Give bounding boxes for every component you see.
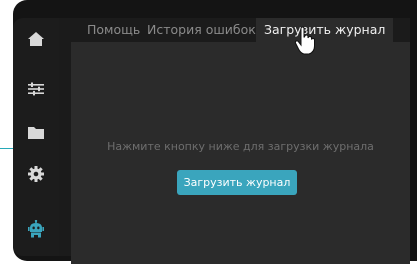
sidebar-item-files[interactable] bbox=[13, 118, 59, 148]
robot-icon bbox=[28, 220, 44, 238]
folder-icon bbox=[28, 127, 44, 139]
sliders-icon bbox=[28, 82, 44, 96]
main-panel: Помощь История ошибок Загрузить журнал Н… bbox=[59, 18, 410, 264]
tab-error-history[interactable]: История ошибок bbox=[147, 18, 256, 42]
sidebar-item-settings[interactable] bbox=[13, 74, 59, 104]
upload-log-panel: Нажмите кнопку ниже для загрузки журнала… bbox=[71, 42, 410, 264]
gear-icon bbox=[28, 166, 44, 182]
sidebar-item-robot[interactable] bbox=[13, 214, 59, 244]
sidebar-item-system[interactable] bbox=[13, 159, 59, 189]
hand-cursor-icon bbox=[294, 26, 315, 55]
tab-help[interactable]: Помощь bbox=[87, 18, 140, 42]
tab-bar: Помощь История ошибок Загрузить журнал bbox=[59, 18, 410, 42]
sidebar bbox=[13, 18, 59, 256]
upload-hint-text: Нажмите кнопку ниже для загрузки журнала bbox=[107, 140, 374, 153]
sidebar-item-home[interactable] bbox=[13, 24, 59, 54]
home-icon bbox=[28, 32, 44, 46]
tab-upload-log[interactable]: Загрузить журнал bbox=[256, 18, 394, 42]
upload-log-button[interactable]: Загрузить журнал bbox=[177, 170, 297, 195]
